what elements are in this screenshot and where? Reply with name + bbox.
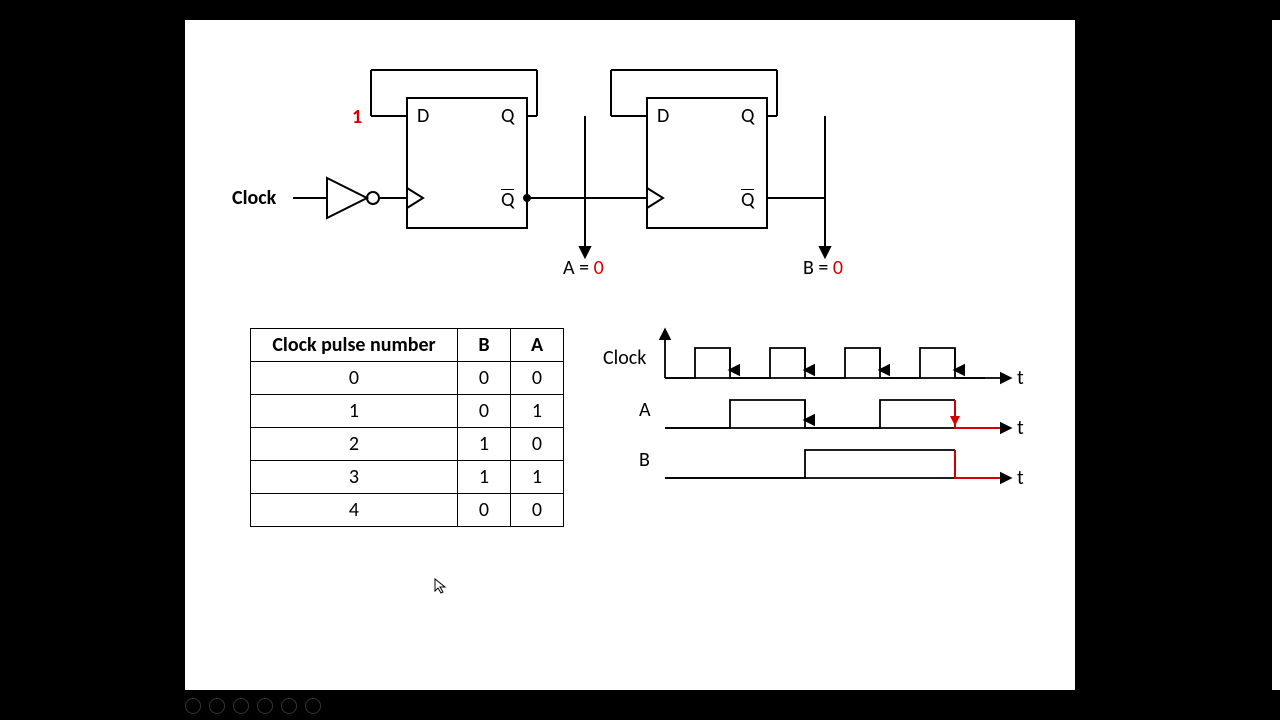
slide: Clock 1 D Q Q D Q Q A = 0 B = 0 Clock pu…: [185, 20, 1075, 690]
t-axis-3: t: [1017, 466, 1024, 490]
table-row: 311: [251, 461, 564, 494]
timing-b-label: B: [639, 448, 650, 472]
presenter-toolbar: [185, 698, 321, 716]
timing-a-label: A: [639, 398, 651, 422]
ff2-qbar: Q: [741, 188, 754, 212]
zoom-button[interactable]: [281, 698, 297, 714]
d-input-value: 1: [352, 105, 362, 129]
pen-button[interactable]: [233, 698, 249, 714]
ff2-d: D: [657, 104, 669, 128]
truth-table: Clock pulse number B A 000 101 210 311 4…: [250, 328, 564, 527]
more-options-button[interactable]: [305, 698, 321, 714]
table-header-row: Clock pulse number B A: [251, 329, 564, 362]
see-all-slides-button[interactable]: [257, 698, 273, 714]
stage: Clock 1 D Q Q D Q Q A = 0 B = 0 Clock pu…: [0, 0, 1280, 720]
timing-clock-label: Clock: [603, 346, 646, 370]
side-bar: [1272, 20, 1280, 690]
next-slide-button[interactable]: [209, 698, 225, 714]
table-row: 210: [251, 428, 564, 461]
th-a: A: [511, 329, 564, 362]
th-pulse: Clock pulse number: [251, 329, 458, 362]
prev-slide-button[interactable]: [185, 698, 201, 714]
timing-diagram: [600, 320, 1040, 500]
ff1-q: Q: [501, 104, 514, 128]
cursor-icon: [434, 578, 450, 594]
output-b: B = 0: [803, 256, 843, 280]
t-axis-2: t: [1017, 416, 1024, 440]
circuit-diagram: [185, 20, 1075, 280]
ff1-qbar: Q: [501, 188, 514, 212]
table-row: 000: [251, 362, 564, 395]
clock-label: Clock: [232, 186, 276, 210]
ff1-d: D: [417, 104, 429, 128]
ff2-q: Q: [741, 104, 754, 128]
th-b: B: [458, 329, 511, 362]
output-a: A = 0: [563, 256, 604, 280]
table-row: 400: [251, 494, 564, 527]
t-axis-1: t: [1017, 366, 1024, 390]
table-row: 101: [251, 395, 564, 428]
